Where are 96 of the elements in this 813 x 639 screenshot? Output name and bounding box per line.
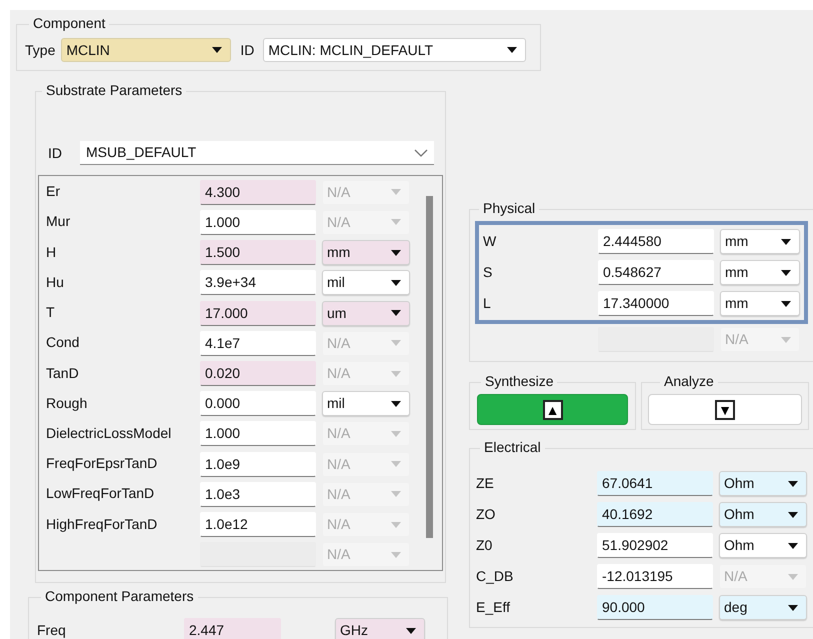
caret-icon: [212, 47, 222, 53]
unit-dropdown[interactable]: mil: [322, 270, 410, 296]
unit-dropdown[interactable]: GHz: [335, 618, 425, 639]
value-field[interactable]: 2.447: [184, 618, 281, 639]
group-title: Analyze: [664, 373, 714, 389]
parameter-label: FreqForEpsrTanD: [46, 455, 158, 472]
caret-icon: [781, 300, 791, 306]
type-label: Type: [25, 40, 56, 60]
unit-dropdown[interactable]: um: [322, 300, 410, 326]
caret-icon: [391, 461, 401, 468]
caret-icon: [788, 512, 798, 518]
parameter-label: T: [46, 304, 55, 320]
caret-icon: [391, 280, 401, 286]
value-field[interactable]: 0.000: [200, 391, 316, 416]
unit-dropdown[interactable]: mm: [322, 240, 410, 266]
caret-icon: [391, 522, 401, 528]
caret-icon: [781, 238, 791, 244]
group-title: Electrical: [484, 439, 541, 455]
value-field[interactable]: 1.500: [200, 240, 316, 266]
group-title: Component Parameters: [45, 588, 194, 604]
group-title: Synthesize: [485, 373, 554, 389]
unit-dropdown[interactable]: mm: [720, 260, 800, 285]
type-dropdown[interactable]: MCLIN: [61, 38, 232, 62]
caret-icon: [391, 430, 401, 437]
parameter-label: TanD: [46, 364, 79, 381]
caret-icon: [391, 370, 401, 377]
parameter-label: LowFreqForTanD: [46, 485, 154, 502]
chevron-down-icon: [414, 148, 428, 156]
caret-icon: [391, 310, 401, 316]
parameter-label: Mur: [46, 213, 70, 230]
caret-icon: [391, 400, 401, 407]
caret-icon: [781, 336, 791, 342]
value-field[interactable]: 17.340000: [598, 291, 714, 316]
caret-icon: [391, 250, 401, 256]
caret-icon: [788, 480, 798, 486]
caret-icon: [391, 491, 401, 498]
parameter-label: Freq: [37, 622, 66, 638]
caret-icon: [391, 189, 401, 196]
parameter-label: ZO: [476, 506, 496, 522]
value-field[interactable]: 67.0641: [597, 471, 713, 496]
parameter-label: Rough: [46, 394, 88, 411]
caret-icon: [391, 219, 401, 226]
action-button[interactable]: ▼: [648, 394, 802, 425]
parameter-label: HighFreqForTanD: [46, 516, 158, 532]
parameter-label: DielectricLossModel: [46, 424, 172, 441]
unit-dropdown[interactable]: deg: [719, 595, 807, 620]
group-title: Component: [33, 15, 106, 31]
value-field[interactable]: 0.548627: [598, 260, 714, 285]
id-dropdown[interactable]: MCLIN: MCLIN_DEFAULT: [263, 38, 526, 62]
caret-icon: [788, 604, 798, 610]
parameter-label: ZE: [476, 474, 494, 490]
value-field[interactable]: 1.0e9: [200, 452, 316, 477]
unit-dropdown[interactable]: Ohm: [719, 502, 807, 527]
caret-icon: [507, 47, 518, 53]
value-field[interactable]: 2.444580: [598, 229, 714, 254]
parameter-label: Hu: [46, 274, 64, 290]
parameter-label: E_Eff: [476, 598, 510, 614]
value-field[interactable]: 51.902902: [597, 533, 713, 558]
unit-dropdown[interactable]: Ohm: [719, 471, 807, 496]
group-title: Physical: [483, 200, 536, 216]
parameter-label: Z0: [476, 536, 492, 552]
substrate-id-label: ID: [48, 144, 63, 162]
parameter-label: W: [483, 232, 496, 248]
unit-dropdown[interactable]: mil: [322, 391, 410, 416]
caret-icon: [781, 270, 791, 276]
parameter-label: Cond: [46, 334, 80, 350]
value-field[interactable]: 0.020: [200, 361, 316, 386]
value-field[interactable]: 17.000: [200, 300, 316, 326]
unit-dropdown[interactable]: mm: [720, 291, 800, 316]
value-field[interactable]: 3.9e+34: [200, 270, 316, 296]
value-field[interactable]: -12.013195: [597, 564, 713, 589]
value-field[interactable]: 1.0e3: [200, 482, 316, 507]
caret-icon: [788, 574, 798, 580]
parameter-label: S: [483, 264, 492, 280]
substrate-id-dropdown[interactable]: MSUB_DEFAULT: [80, 141, 434, 165]
parameter-label: Er: [46, 183, 60, 200]
caret-icon: [391, 340, 401, 346]
value-field[interactable]: 1.000: [200, 421, 316, 446]
unit-dropdown[interactable]: Ohm: [719, 533, 807, 558]
caret-icon: [406, 628, 416, 634]
value-field[interactable]: 90.000: [597, 595, 713, 620]
caret-icon: [391, 552, 401, 558]
scrollbar-thumb[interactable]: [426, 196, 433, 538]
parameter-label: C_DB: [476, 568, 514, 584]
value-field[interactable]: 4.1e7: [200, 330, 316, 356]
id-label: ID: [240, 40, 254, 60]
parameter-label: H: [46, 244, 56, 260]
parameter-label: L: [483, 294, 491, 310]
value-field[interactable]: 40.1692: [597, 502, 713, 527]
action-button[interactable]: ▲: [477, 394, 628, 425]
caret-icon: [788, 542, 798, 548]
group-title: Substrate Parameters: [46, 82, 182, 98]
value-field[interactable]: 1.000: [200, 210, 316, 235]
unit-dropdown[interactable]: mm: [720, 229, 800, 254]
value-field[interactable]: 1.0e12: [200, 512, 316, 538]
value-field[interactable]: 4.300: [200, 180, 316, 205]
